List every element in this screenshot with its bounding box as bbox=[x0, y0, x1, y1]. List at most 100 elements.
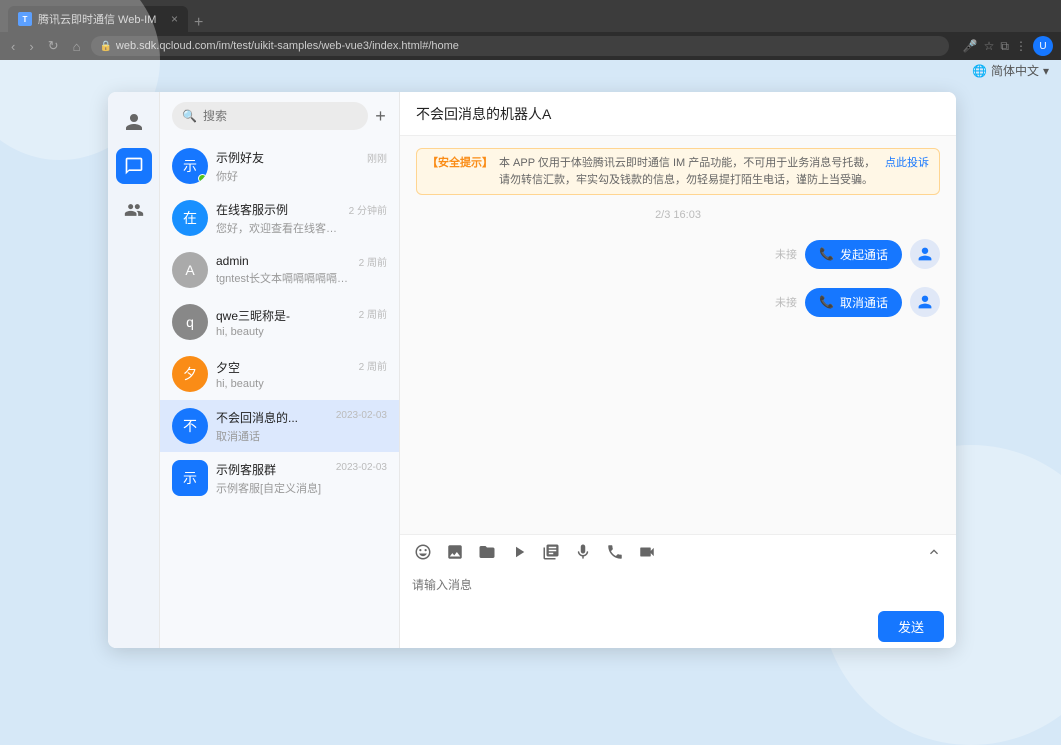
video-btn[interactable] bbox=[508, 541, 530, 563]
language-dropdown-icon: ▾ bbox=[1043, 64, 1049, 78]
image-btn[interactable] bbox=[444, 541, 466, 563]
conversation-list: 🔍 + 示 示例好友 你好 刚刚 在 在线客服示例 您好，欢迎查看在线客服示 bbox=[160, 92, 400, 648]
sidebar-item-contacts[interactable] bbox=[116, 104, 152, 140]
avatar-xiakong: 夕 bbox=[172, 356, 208, 392]
avatar-text: q bbox=[186, 314, 194, 330]
video-call-btn[interactable] bbox=[636, 541, 658, 563]
start-call-btn[interactable]: 📞 发起通话 bbox=[805, 240, 902, 269]
avatar-zaixian-kefu: 在 bbox=[172, 200, 208, 236]
conv-last-msg: hi, beauty bbox=[216, 326, 351, 338]
new-tab-btn[interactable]: + bbox=[188, 14, 209, 32]
avatar-shili-haoyou: 示 bbox=[172, 148, 208, 184]
conv-name: qwe三昵称是- bbox=[216, 307, 351, 324]
search-input[interactable] bbox=[203, 109, 358, 123]
url-text: web.sdk.qcloud.com/im/test/uikit-samples… bbox=[116, 40, 459, 52]
chat-area: 不会回消息的机器人A 【安全提示】 本 APP 仅用于体验腾讯云即时通信 IM … bbox=[400, 92, 956, 648]
conv-last-msg: 你好 bbox=[216, 168, 359, 184]
conv-item-buhui[interactable]: 不 不会回消息的... 取消通话 2023-02-03 bbox=[160, 400, 399, 452]
sidebar-icons bbox=[108, 92, 160, 648]
microphone-btn[interactable]: 🎤 bbox=[963, 39, 978, 53]
conv-name: 夕空 bbox=[216, 359, 351, 376]
emoji-btn[interactable] bbox=[412, 541, 434, 563]
call-avatar-1 bbox=[910, 239, 940, 269]
chat-title: 不会回消息的机器人A bbox=[416, 104, 551, 124]
conv-last-msg: 取消通话 bbox=[216, 428, 328, 444]
conv-name: 不会回消息的... bbox=[216, 409, 328, 426]
conv-name: admin bbox=[216, 254, 351, 268]
sidebar-item-group[interactable] bbox=[116, 192, 152, 228]
conv-item-admin[interactable]: A admin tgntest长文本嗝嗝嗝嗝嗝嗝嗝嗝嗝嗝嗝... 2 周前 bbox=[160, 244, 399, 296]
extensions-btn[interactable]: ⧉ bbox=[1000, 39, 1009, 54]
conv-info: 在线客服示例 您好，欢迎查看在线客服示例。 bbox=[216, 201, 341, 236]
language-label: 简体中文 bbox=[991, 62, 1039, 79]
conv-time: 2 周前 bbox=[359, 358, 387, 373]
call-avatar-2 bbox=[910, 287, 940, 317]
avatar-qwe: q bbox=[172, 304, 208, 340]
security-link[interactable]: 点此投诉 bbox=[885, 155, 929, 172]
call-btn-text-1: 发起通话 bbox=[840, 246, 888, 263]
call-btn-text-2: 取消通话 bbox=[840, 294, 888, 311]
call-message-row-2: 未接 📞 取消通话 bbox=[416, 287, 940, 317]
conv-last-msg: 示例客服[自定义消息] bbox=[216, 480, 328, 496]
address-input-box[interactable]: 🔒 web.sdk.qcloud.com/im/test/uikit-sampl… bbox=[91, 36, 948, 56]
conv-item-qwe[interactable]: q qwe三昵称是- hi, beauty 2 周前 bbox=[160, 296, 399, 348]
screenshot-btn[interactable] bbox=[540, 541, 562, 563]
conv-time: 2023-02-03 bbox=[336, 410, 387, 421]
input-area bbox=[400, 569, 956, 605]
call-message-row-1: 未接 📞 发起通话 bbox=[416, 239, 940, 269]
input-toolbar bbox=[400, 534, 956, 569]
conv-name: 示例客服群 bbox=[216, 461, 328, 478]
search-bar: 🔍 + bbox=[160, 92, 399, 140]
security-label: 【安全提示】 bbox=[427, 155, 493, 172]
chat-messages: 【安全提示】 本 APP 仅用于体验腾讯云即时通信 IM 产品功能，不可用于业务… bbox=[400, 136, 956, 534]
bookmark-btn[interactable]: ☆ bbox=[984, 39, 995, 53]
conv-info: admin tgntest长文本嗝嗝嗝嗝嗝嗝嗝嗝嗝嗝嗝... bbox=[216, 254, 351, 286]
add-conversation-btn[interactable]: + bbox=[374, 104, 387, 128]
conv-name: 在线客服示例 bbox=[216, 201, 341, 218]
avatar-shili-qun: 示 bbox=[172, 460, 208, 496]
conv-time: 2 周前 bbox=[359, 254, 387, 269]
tab-bar: T 腾讯云即时通信 Web-IM × + bbox=[0, 0, 1061, 32]
language-selector[interactable]: 🌐 简体中文 ▾ bbox=[972, 62, 1049, 79]
microphone-btn[interactable] bbox=[572, 541, 594, 563]
conv-last-msg: tgntest长文本嗝嗝嗝嗝嗝嗝嗝嗝嗝嗝嗝... bbox=[216, 270, 351, 286]
settings-btn[interactable]: ⋮ bbox=[1015, 39, 1027, 53]
browser-actions: 🎤 ☆ ⧉ ⋮ U bbox=[963, 36, 1053, 56]
search-input-wrap[interactable]: 🔍 bbox=[172, 102, 368, 130]
phone-call-btn[interactable] bbox=[604, 541, 626, 563]
conv-time: 2023-02-03 bbox=[336, 462, 387, 473]
conv-item-xiakong[interactable]: 夕 夕空 hi, beauty 2 周前 bbox=[160, 348, 399, 400]
call-icon-1: 📞 bbox=[819, 247, 834, 261]
avatar-text: 在 bbox=[183, 208, 197, 228]
avatar-admin: A bbox=[172, 252, 208, 288]
online-status bbox=[198, 174, 207, 183]
user-avatar-chrome[interactable]: U bbox=[1033, 36, 1053, 56]
conv-last-msg: hi, beauty bbox=[216, 378, 351, 390]
avatar-text: A bbox=[185, 262, 194, 278]
message-input[interactable] bbox=[412, 575, 567, 595]
send-row: 发送 bbox=[400, 605, 956, 648]
conv-item-shili-qun[interactable]: 示 示例客服群 示例客服[自定义消息] 2023-02-03 bbox=[160, 452, 399, 504]
conv-item-zaixian-kefu[interactable]: 在 在线客服示例 您好，欢迎查看在线客服示例。 2 分钟前 bbox=[160, 192, 399, 244]
sidebar-item-chat[interactable] bbox=[116, 148, 152, 184]
conv-item-shili-haoyou[interactable]: 示 示例好友 你好 刚刚 bbox=[160, 140, 399, 192]
avatar-text: 示 bbox=[183, 468, 197, 488]
security-text: 本 APP 仅用于体验腾讯云即时通信 IM 产品功能，不可用于业务消息号托裁，请… bbox=[499, 155, 879, 188]
avatar-text: 示 bbox=[183, 156, 197, 176]
conv-last-msg: 您好，欢迎查看在线客服示例。 bbox=[216, 220, 341, 236]
cancel-call-btn[interactable]: 📞 取消通话 bbox=[805, 288, 902, 317]
conv-name: 示例好友 bbox=[216, 149, 359, 166]
expand-btn[interactable] bbox=[924, 542, 944, 562]
tab-close-btn[interactable]: × bbox=[171, 12, 178, 26]
conv-info: 夕空 hi, beauty bbox=[216, 359, 351, 390]
avatar-text: 夕 bbox=[183, 364, 197, 384]
conv-info: qwe三昵称是- hi, beauty bbox=[216, 307, 351, 338]
send-btn[interactable]: 发送 bbox=[878, 611, 944, 642]
search-icon: 🔍 bbox=[182, 109, 197, 123]
date-divider: 2/3 16:03 bbox=[416, 209, 940, 221]
app-container: 🔍 + 示 示例好友 你好 刚刚 在 在线客服示例 您好，欢迎查看在线客服示 bbox=[108, 92, 956, 648]
conv-info: 不会回消息的... 取消通话 bbox=[216, 409, 328, 444]
file-btn[interactable] bbox=[476, 541, 498, 563]
conv-time: 2 分钟前 bbox=[349, 202, 387, 217]
chat-header: 不会回消息的机器人A bbox=[400, 92, 956, 136]
